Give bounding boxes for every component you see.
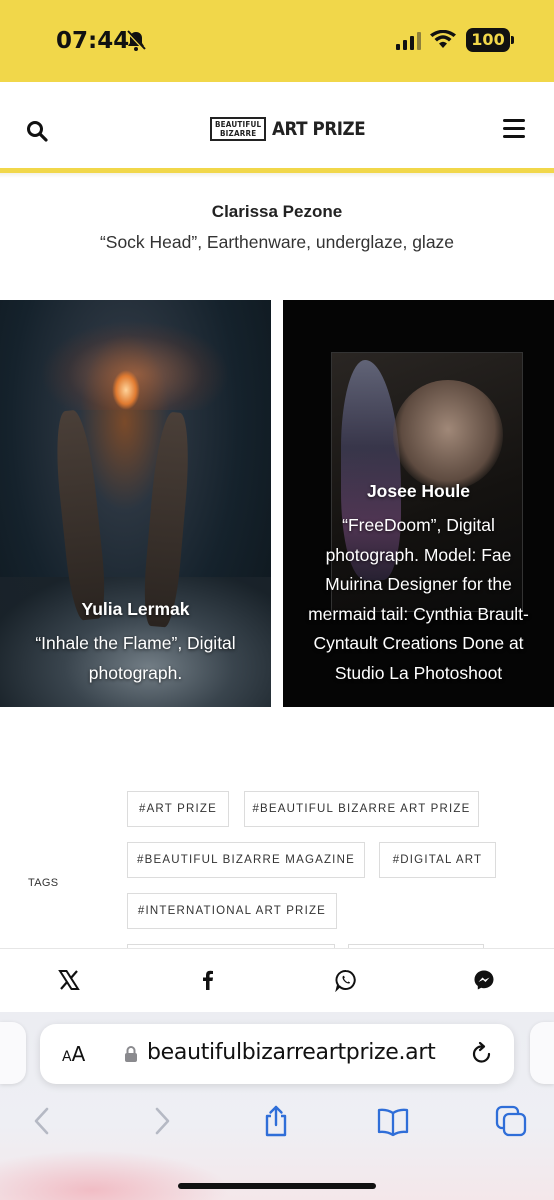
url-field[interactable]: beautifulbizarreartprize.art	[147, 1040, 436, 1065]
reload-icon[interactable]	[469, 1041, 495, 1067]
artwork-card[interactable]: Josee Houle “FreeDoom”, Digital photogra…	[283, 300, 554, 707]
share-icon[interactable]	[259, 1104, 293, 1138]
messenger-icon[interactable]	[472, 968, 496, 992]
forward-icon[interactable]	[145, 1104, 179, 1138]
facebook-icon[interactable]	[196, 968, 220, 992]
artwork-card[interactable]: Yulia Lermak “Inhale the Flame”, Digital…	[0, 300, 271, 707]
logo-badge: BEAUTIFUL BIZARRE	[210, 117, 267, 141]
search-icon[interactable]	[26, 120, 48, 142]
wifi-icon	[430, 30, 456, 48]
previous-tab-preview[interactable]	[0, 1022, 26, 1084]
tag-link[interactable]: #INTERNATIONAL ART PRIZE	[127, 893, 337, 929]
artwork-description: “Inhale the Flame”, Digital photograph.	[35, 633, 236, 683]
reader-settings-button[interactable]: AA	[62, 1042, 85, 1066]
site-logo[interactable]: BEAUTIFUL BIZARRE ART PRIZE	[210, 114, 378, 144]
header-divider	[0, 168, 554, 178]
battery-indicator: 100	[466, 28, 510, 52]
back-icon[interactable]	[26, 1104, 60, 1138]
artwork-caption: Josee Houle “FreeDoom”, Digital photogra…	[283, 481, 554, 688]
whatsapp-icon[interactable]	[334, 968, 358, 992]
logo-badge-line1: BEAUTIFUL	[215, 120, 262, 129]
artwork-description: “FreeDoom”, Digital photograph. Model: F…	[308, 515, 529, 683]
tag-link[interactable]: #BEAUTIFUL BIZARRE ART PRIZE	[244, 791, 479, 827]
caption-artist: Clarissa Pezone	[211, 202, 343, 221]
x-icon[interactable]	[57, 968, 81, 992]
status-time: 07:44	[56, 28, 130, 54]
hamburger-menu-icon[interactable]	[503, 119, 527, 139]
logo-badge-line2: BIZARRE	[219, 129, 257, 138]
cellular-signal-icon	[396, 32, 421, 50]
bell-off-icon	[126, 30, 146, 52]
tag-link[interactable]: #DIGITAL ART	[379, 842, 496, 878]
logo-text: ART PRIZE	[272, 118, 366, 140]
home-indicator	[178, 1183, 376, 1189]
tag-link[interactable]: #ART PRIZE	[127, 791, 229, 827]
caption-description: “Sock Head”, Earthenware, underglaze, gl…	[99, 232, 455, 252]
artwork-caption: Yulia Lermak “Inhale the Flame”, Digital…	[0, 599, 271, 688]
tabs-icon[interactable]	[494, 1104, 528, 1138]
lock-icon	[125, 1046, 137, 1062]
tag-link[interactable]: #BEAUTIFUL BIZARRE MAGAZINE	[127, 842, 365, 878]
artwork-artist: Yulia Lermak	[81, 599, 190, 619]
artwork-artist: Josee Houle	[366, 481, 471, 501]
tags-label: TAGS	[28, 877, 59, 889]
next-tab-preview[interactable]	[530, 1022, 554, 1084]
battery-tip	[511, 36, 514, 44]
share-bar	[0, 948, 554, 1012]
bookmarks-icon[interactable]	[376, 1104, 410, 1138]
